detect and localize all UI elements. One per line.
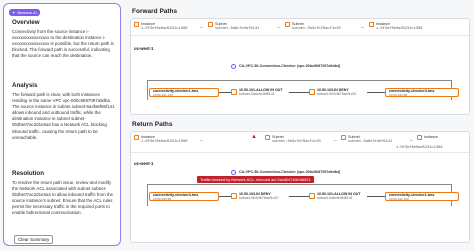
divider xyxy=(131,35,469,36)
resolution-heading: Resolution xyxy=(12,170,44,177)
overview-text: Connectivity from the source instance i-… xyxy=(12,29,114,59)
forward-paths-title: Forward Paths xyxy=(132,8,178,15)
overview-heading: Overview xyxy=(12,19,40,26)
clear-summary-button[interactable]: Clear Summary xyxy=(14,235,54,244)
nacl-allow-label[interactable]: 10.50.101-ALLOW IN OUT subnet-0a6cfe4bf6… xyxy=(239,88,283,96)
connector xyxy=(147,184,452,185)
instance-icon xyxy=(134,22,139,27)
vpc-icon xyxy=(231,64,236,69)
nacl-deny-label[interactable]: 10.50.103-IN DENY subnet-0b3cfb76acf1c20 xyxy=(239,192,278,200)
analysis-text: The forward path is clear, with both ins… xyxy=(12,92,115,140)
forward-paths-panel: Instance i-0f3ef8e0ad5231c1306 → Subnet … xyxy=(130,18,470,115)
instance-icon xyxy=(134,135,139,140)
ret-header-label-2: Subnet xyxy=(348,135,360,139)
arrow-right-icon: → xyxy=(409,137,414,142)
fwd-header-label-0: Instance xyxy=(141,22,155,26)
fwd-header-label-2: Subnet xyxy=(292,22,304,26)
arrow-right-icon: → xyxy=(276,24,281,29)
fwd-header-id-2: subnet-0b3cfb76acf1c20 xyxy=(292,27,341,31)
region-label: us-west-1 xyxy=(134,46,154,51)
nacl-icon xyxy=(231,89,237,95)
vpc-icon xyxy=(231,170,236,175)
fwd-header-id-0: i-0f3ef8e0ad5231c1306 xyxy=(141,27,188,31)
return-paths-panel: Instance i-0f3ef8e0ad5231c1306 → ▲ Subne… xyxy=(130,131,470,243)
nacl-icon xyxy=(309,193,315,199)
fwd-header-id-1: subnet-0a6cfe4bf6141 xyxy=(215,27,260,31)
fwd-header-label-1: Subnet xyxy=(215,22,227,26)
source-instance-node[interactable]: connectivity-checker3-tms 10.50.103.58 xyxy=(149,192,219,201)
connector xyxy=(367,92,385,93)
destination-instance-node[interactable]: connectivity-checker1-tms 10.50.101.120 xyxy=(385,192,459,201)
nacl-subnet: subnet-0a6cfe4bf6141 xyxy=(239,92,275,96)
connector xyxy=(147,184,148,206)
ret-header-id-1: subnet-0b3cfb76acf1c20 xyxy=(272,140,321,144)
instance-icon xyxy=(369,22,374,27)
fwd-header-label-3: Instance xyxy=(376,22,390,26)
ret-header-label-3: Instance xyxy=(424,135,438,139)
arrow-right-icon: → xyxy=(199,137,204,142)
node-ip: 10.50.101.120 xyxy=(153,92,173,97)
ret-header-id-0: i-0f3ef8e0ad5231c1306 xyxy=(141,140,188,144)
connector xyxy=(367,196,385,197)
subnet-icon xyxy=(208,22,213,27)
ret-header-id-2: subnet-0a6cfe4bf6141 xyxy=(348,140,393,144)
ai-summary-panel: ✦ Bedrock AI Overview Connectivity from … xyxy=(3,3,121,246)
connector xyxy=(219,92,231,93)
divider xyxy=(131,152,469,153)
nacl-subnet: subnet-0b3cfb76acf1c20 xyxy=(317,92,357,96)
node-ip: 10.50.103.58 xyxy=(389,92,408,97)
instance-icon xyxy=(417,135,422,140)
nacl-subnet: subnet-0b3cfb76acf1c20 xyxy=(239,196,279,200)
connector xyxy=(289,196,309,197)
region-label: us-west-1 xyxy=(134,161,154,166)
subnet-icon xyxy=(285,22,290,27)
fwd-header-id-3: i-0f3ef8e0ad5231c1306 xyxy=(376,27,423,31)
connector xyxy=(147,80,148,100)
arrow-right-icon: → xyxy=(360,24,365,29)
sparkle-icon: ✦ xyxy=(12,10,16,15)
ret-header-label-1: Subnet xyxy=(272,135,284,139)
resolution-text: To resolve the return path issue, review… xyxy=(12,180,113,216)
nacl-allow-label[interactable]: 10.50.101-ALLOW IN OUT subnet-0a6cfe4bf6… xyxy=(317,192,361,200)
warning-icon: ▲ xyxy=(251,134,257,140)
paths-view: Forward Paths Instance i-0f3ef8e0ad5231c… xyxy=(128,0,474,251)
return-paths-title: Return Paths xyxy=(132,121,173,128)
source-instance-node[interactable]: connectivity-checker1-tms 10.50.101.120 xyxy=(149,88,219,97)
node-ip: 10.50.101.120 xyxy=(389,196,409,201)
subnet-icon xyxy=(265,135,270,140)
arrow-right-icon: → xyxy=(333,137,338,142)
node-ip: 10.50.103.58 xyxy=(153,196,172,201)
subnet-icon xyxy=(341,135,346,140)
analysis-heading: Analysis xyxy=(12,82,38,89)
nacl-deny-label[interactable]: 10.50.103-IN DENY subnet-0b3cfb76acf1c20 xyxy=(317,88,356,96)
destination-instance-node[interactable]: connectivity-checker3-tms 10.50.103.58 xyxy=(385,88,459,97)
nacl-icon xyxy=(309,89,315,95)
blocked-traffic-tooltip: Traffic blocked by Network ACL: inbound … xyxy=(197,176,314,183)
ret-header-label-0: Instance xyxy=(141,135,155,139)
ret-header-id-3: i-0f3ef8e0ad5231c1306 xyxy=(396,146,443,150)
vpc-label: CA-VPC-50-Connection-Checker (vpc-00bc96… xyxy=(239,170,341,174)
nacl-icon xyxy=(231,193,237,199)
connector xyxy=(147,80,452,81)
ai-badge-label: Bedrock AI xyxy=(17,10,37,15)
nacl-subnet: subnet-0a6cfe4bf6141 xyxy=(317,196,353,200)
connector xyxy=(219,196,231,197)
arrow-right-icon: → xyxy=(199,24,204,29)
vpc-label: CA-VPC-50-Connection-Checker (vpc-00bc96… xyxy=(239,64,341,68)
connector xyxy=(289,92,309,93)
ai-badge: ✦ Bedrock AI xyxy=(9,9,40,16)
